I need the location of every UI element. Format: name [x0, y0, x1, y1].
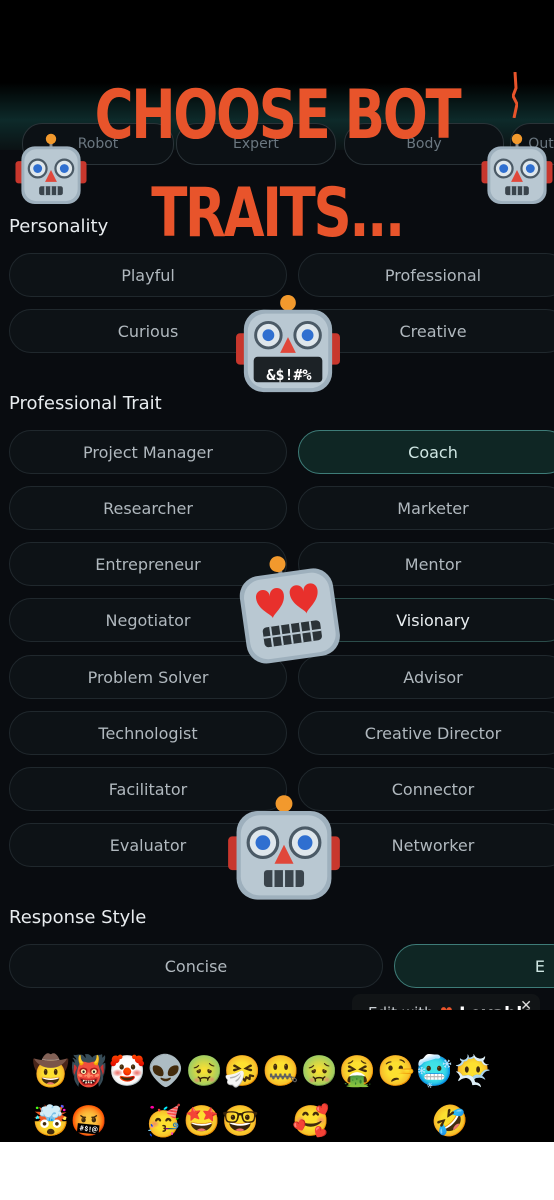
- headline-line-2: TRAITS...: [151, 174, 405, 253]
- trait-researcher[interactable]: Researcher: [9, 486, 287, 530]
- orange-squiggle-mark: [512, 72, 518, 118]
- emoji-row-2: 🤯 🤬 😭 🥳 🤩 🤓 😘 🥰 😎 😇 😂 🤣: [32, 1104, 468, 1140]
- emoji-sticker-icon[interactable]: 🥳: [145, 1104, 182, 1140]
- emoji-sticker-icon[interactable]: 🤩: [183, 1104, 220, 1140]
- response-option-selected[interactable]: E: [394, 944, 554, 988]
- response-option-concise[interactable]: Concise: [9, 944, 383, 988]
- emoji-sticker-icon[interactable]: 🤬: [70, 1104, 107, 1140]
- personality-option-playful[interactable]: Playful: [9, 253, 287, 297]
- robot-sticker-left-icon: [15, 133, 87, 205]
- emoji-sticker-icon[interactable]: 😶‍🌫️: [454, 1054, 491, 1090]
- emoji-sticker-icon[interactable]: 🤥: [377, 1054, 414, 1090]
- emoji-sticker-icon[interactable]: 🤢: [301, 1054, 338, 1090]
- personality-option-professional[interactable]: Professional: [298, 253, 554, 297]
- trait-coach[interactable]: Coach: [298, 430, 554, 474]
- emoji-sticker-icon[interactable]: 🤢: [185, 1054, 222, 1090]
- robot-sticker-bottom-icon: [228, 795, 340, 900]
- response-style-heading: Response Style: [9, 907, 147, 928]
- robot-heart-eyes-sticker-icon: [239, 556, 340, 664]
- emoji-sticker-icon[interactable]: 😂: [395, 1104, 430, 1140]
- emoji-sticker-icon[interactable]: 😭: [109, 1104, 144, 1140]
- robot-curse-text: &$!#%: [266, 366, 312, 384]
- headline-line-1: CHOOSE BOT: [94, 76, 462, 155]
- emoji-sticker-icon[interactable]: 🤡: [109, 1054, 146, 1090]
- trait-technologist[interactable]: Technologist: [9, 711, 287, 755]
- emoji-sticker-icon[interactable]: 🤓: [222, 1104, 259, 1140]
- emoji-sticker-icon[interactable]: 😎: [331, 1104, 362, 1140]
- emoji-sticker-icon[interactable]: 😇: [363, 1104, 394, 1140]
- emoji-sticker-icon[interactable]: 👹: [70, 1054, 107, 1090]
- emoji-sticker-icon[interactable]: 🤣: [431, 1104, 468, 1140]
- professional-trait-heading: Professional Trait: [9, 393, 162, 414]
- emoji-sticker-icon[interactable]: 🤠: [32, 1054, 69, 1090]
- emoji-sticker-icon[interactable]: 👽: [147, 1054, 184, 1090]
- emoji-row-1: 🤠 👹 🤡 👽 🤢 🤧 🤐 🤢 🤮 🤥 🥶 😶‍🌫️: [32, 1054, 491, 1090]
- emoji-sticker-icon[interactable]: 🤮: [339, 1054, 376, 1090]
- bottom-white-bar: [0, 1142, 554, 1200]
- trait-creative-director[interactable]: Creative Director: [298, 711, 554, 755]
- emoji-sticker-icon[interactable]: 🤯: [32, 1104, 69, 1140]
- emoji-sticker-icon[interactable]: 😘: [260, 1104, 291, 1140]
- emoji-sticker-icon[interactable]: 🤧: [224, 1054, 261, 1090]
- emoji-sticker-icon[interactable]: 🥶: [416, 1054, 453, 1090]
- trait-marketer[interactable]: Marketer: [298, 486, 554, 530]
- robot-sticker-right-icon: [481, 133, 553, 205]
- trait-project-manager[interactable]: Project Manager: [9, 430, 287, 474]
- emoji-sticker-icon[interactable]: 🥰: [292, 1104, 329, 1140]
- emoji-tray: 🤠 👹 🤡 👽 🤢 🤧 🤐 🤢 🤮 🤥 🥶 😶‍🌫️ 🤯 🤬 😭 🥳 🤩 🤓 😘 🥰 😎 😇 😂 🤣: [0, 1010, 554, 1142]
- emoji-sticker-icon[interactable]: 🤐: [262, 1054, 299, 1090]
